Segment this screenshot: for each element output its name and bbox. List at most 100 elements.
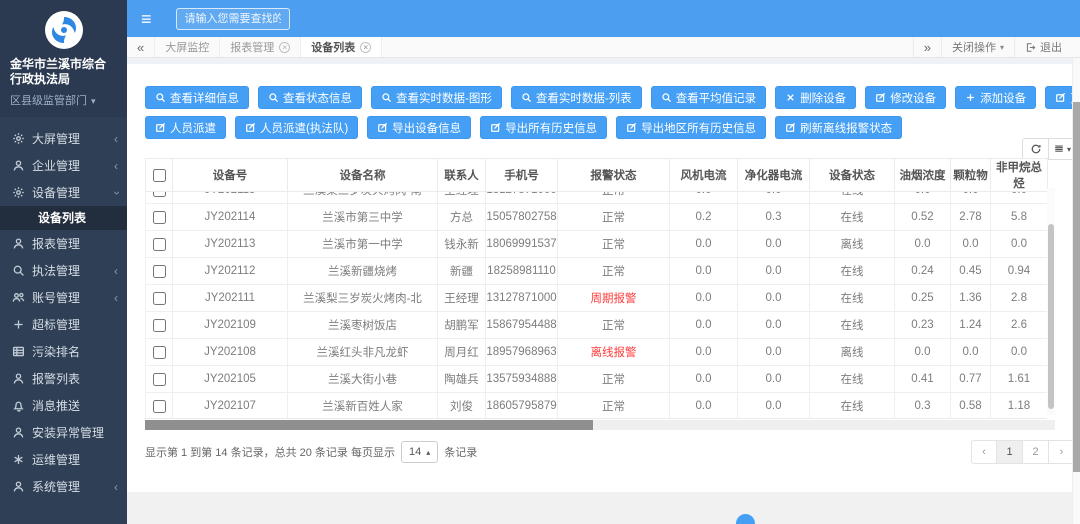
- column-header-contact[interactable]: 联系人: [437, 158, 486, 192]
- refresh-button[interactable]: [1022, 138, 1049, 160]
- logout-button[interactable]: 退出: [1014, 37, 1072, 57]
- sidebar-item-label: 账号管理: [32, 291, 81, 305]
- table-row[interactable]: JY202114 兰溪市第三中学 方总 15057802758 正常 0.2 0…: [145, 203, 1047, 231]
- sidebar-item[interactable]: 报表管理: [0, 230, 127, 257]
- tab-close-icon[interactable]: ×: [279, 41, 291, 53]
- sidebar-item[interactable]: 运维管理: [0, 446, 127, 473]
- sidebar-item[interactable]: 企业管理 ‹: [0, 152, 127, 179]
- department-selector[interactable]: 区县级监管部门 ▾: [10, 92, 117, 108]
- cell-oil-density: 0.23: [894, 311, 951, 339]
- cell-purifier-current: 0.0: [737, 257, 810, 285]
- page-button[interactable]: 2: [1023, 440, 1049, 464]
- column-header-name[interactable]: 设备名称: [287, 158, 438, 192]
- sidebar-item[interactable]: 账号管理 ‹: [0, 284, 127, 311]
- cell-device-no: JY202108: [172, 338, 288, 366]
- cell-device-no: JY202105: [172, 365, 288, 393]
- row-checkbox[interactable]: [153, 264, 166, 278]
- column-header-fan[interactable]: 风机电流: [669, 158, 738, 192]
- row-checkbox[interactable]: [153, 318, 166, 332]
- row-checkbox[interactable]: [153, 237, 166, 251]
- toolbar-button[interactable]: 查看实时数据-图形: [371, 86, 502, 109]
- search-input[interactable]: [175, 7, 290, 30]
- sidebar-item[interactable]: 消息推送: [0, 392, 127, 419]
- sidebar-item[interactable]: 系统管理 ‹: [0, 473, 127, 500]
- cell-device-no: JY202112: [172, 257, 288, 285]
- row-checkbox[interactable]: [153, 372, 166, 386]
- table-row[interactable]: JY202105 兰溪大街小巷 陶雄兵 13575934888 正常 0.0 0…: [145, 365, 1047, 393]
- page-size-dropdown[interactable]: 14 ▴: [400, 441, 439, 463]
- pagination-summary-suffix: 条记录: [444, 447, 478, 459]
- table-row[interactable]: JY202107 兰溪新百姓人家 刘俊 18605795879 正常 0.0 0…: [145, 392, 1047, 418]
- toolbar-button-label: 删除设备: [800, 92, 847, 105]
- column-header-oil[interactable]: 油烟浓度: [894, 158, 951, 192]
- horizontal-scrollbar-thumb[interactable]: [145, 420, 593, 430]
- page-button[interactable]: ‹: [971, 440, 997, 464]
- toolbar-button[interactable]: 添加设备: [955, 86, 1037, 109]
- toolbar-button[interactable]: 删除设备: [775, 86, 857, 109]
- toolbar-button[interactable]: 查看状态信息: [258, 86, 362, 109]
- select-all-checkbox[interactable]: [153, 168, 166, 182]
- sidebar-item[interactable]: 超标管理: [0, 311, 127, 338]
- toolbar-button[interactable]: 导出地区所有历史信息: [616, 116, 767, 139]
- table-row[interactable]: JY202113 兰溪市第一中学 钱永新 18069991537 正常 0.0 …: [145, 230, 1047, 258]
- row-checkbox[interactable]: [153, 291, 166, 305]
- toolbar-button[interactable]: 导出设备信息: [367, 116, 472, 139]
- tab[interactable]: 报表管理 ×: [220, 37, 302, 57]
- toolbar-button[interactable]: 刷新离线报警状态: [775, 116, 903, 139]
- sidebar-item[interactable]: 大屏管理 ‹: [0, 125, 127, 152]
- tabs-forward-right-icon[interactable]: »: [912, 37, 941, 57]
- toolbar-button[interactable]: 查看详细信息: [145, 86, 249, 109]
- column-header-purifier[interactable]: 净化器电流: [737, 158, 810, 192]
- tab[interactable]: 大屏监控: [155, 37, 221, 57]
- cell-nmhc: 2.8: [990, 284, 1047, 312]
- row-checkbox[interactable]: [153, 399, 166, 413]
- table-row[interactable]: JY202112 兰溪新疆烧烤 新疆 18258981110 正常 0.0 0.…: [145, 257, 1047, 285]
- table-row[interactable]: JY202115 兰溪梨三岁炭火烤肉-南 王经理 13127871000 正常 …: [145, 192, 1047, 204]
- page-scrollbar-thumb[interactable]: [1073, 102, 1080, 472]
- refresh-icon: [1030, 143, 1042, 155]
- page-size-value: 14: [408, 446, 422, 458]
- row-checkbox[interactable]: [153, 345, 166, 359]
- row-checkbox[interactable]: [153, 192, 166, 197]
- cell-device-no: JY202109: [172, 311, 288, 339]
- row-checkbox[interactable]: [153, 210, 166, 224]
- cell-pm: 0.0: [950, 338, 991, 366]
- tab[interactable]: 设备列表 ×: [301, 37, 383, 57]
- toolbar-button-label: 查看平均值记录: [675, 92, 757, 105]
- column-header-phone[interactable]: 手机号: [485, 158, 558, 192]
- gear-icon: [12, 186, 25, 199]
- cell-purifier-current: 0.0: [737, 192, 810, 204]
- cell-nmhc: 0.0: [990, 338, 1047, 366]
- sidebar-item[interactable]: 设备管理 ‹: [0, 179, 127, 206]
- column-header-alarm[interactable]: 报警状态: [557, 158, 670, 192]
- column-header-no[interactable]: 设备号: [172, 158, 288, 192]
- cell-purifier-current: 0.0: [737, 392, 810, 418]
- close-icon: [785, 92, 796, 103]
- column-header-status[interactable]: 设备状态: [809, 158, 895, 192]
- tabs-collapse-left-icon[interactable]: «: [127, 37, 156, 57]
- sidebar-subitem[interactable]: 设备列表: [0, 206, 127, 230]
- cell-oil-density: 0.52: [894, 203, 951, 231]
- sidebar-item[interactable]: 污染排名: [0, 338, 127, 365]
- tab-close-icon[interactable]: ×: [360, 41, 372, 53]
- page-button[interactable]: 1: [997, 440, 1023, 464]
- toolbar-button[interactable]: 人员派遣: [145, 116, 226, 139]
- toolbar-button[interactable]: 导出所有历史信息: [480, 116, 608, 139]
- table-row[interactable]: JY202109 兰溪枣树饭店 胡鹏军 15867954488 正常 0.0 0…: [145, 311, 1047, 339]
- hamburger-menu-icon[interactable]: ≡: [141, 10, 152, 28]
- column-header-nmhc[interactable]: 非甲烷总烃: [990, 158, 1048, 192]
- device-table: 设备号 设备名称 联系人 手机号 报警状态 风机电流 净化器电流 设备状态 油烟浓度 颗粒物 非甲烷…: [145, 158, 1055, 419]
- toolbar-button[interactable]: 人员派遣(执法队): [235, 116, 359, 139]
- cell-alarm-status: 周期报警: [557, 284, 670, 312]
- table-row[interactable]: JY202108 兰溪红头非凡龙虾 周月红 18957968963 离线报警 0…: [145, 338, 1047, 366]
- toolbar-button[interactable]: 修改设备: [865, 86, 947, 109]
- close-operations-dropdown[interactable]: 关闭操作 ▾: [940, 37, 1014, 57]
- sidebar-item[interactable]: 安装异常管理: [0, 419, 127, 446]
- sidebar-item[interactable]: 报警列表: [0, 365, 127, 392]
- sidebar-item[interactable]: 执法管理 ‹: [0, 257, 127, 284]
- table-vertical-scrollbar-thumb[interactable]: [1048, 224, 1054, 409]
- toolbar-button[interactable]: 查看实时数据-列表: [510, 86, 642, 109]
- toolbar-button[interactable]: 查看平均值记录: [650, 86, 767, 109]
- column-header-pm[interactable]: 颗粒物: [950, 158, 991, 192]
- table-row[interactable]: JY202111 兰溪梨三岁炭火烤肉-北 王经理 13127871000 周期报…: [145, 284, 1047, 312]
